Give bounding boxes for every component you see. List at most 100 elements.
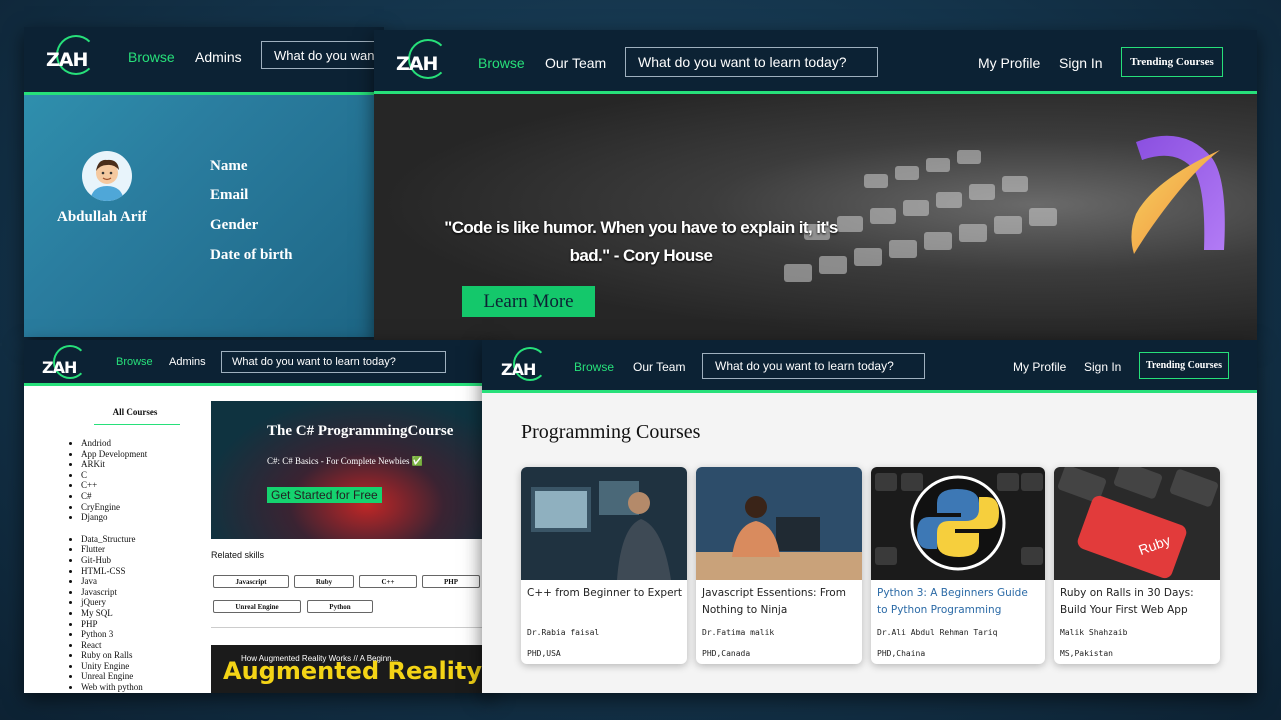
course-link[interactable]: C [81,470,202,481]
learn-more-button[interactable]: Learn More [462,286,595,317]
related-skills-title: Related skills [211,550,265,560]
course-link[interactable]: Git-Hub [81,555,202,566]
course-title[interactable]: Python 3: A Beginners Guide to Python Pr… [877,585,1033,619]
navbar: ZAH Browse Our Team My Profile Sign In T… [482,340,1257,393]
course-title[interactable]: C++ from Beginner to Expert [527,585,683,602]
course-card[interactable]: C++ from Beginner to Expert Dr.Rabia fai… [521,467,687,664]
course-image [521,467,687,580]
search-input[interactable] [221,351,446,373]
course-card[interactable]: Ruby Ruby on Ralls in 30 Days: Build You… [1054,467,1220,664]
course-image [696,467,862,580]
csharp-course-banner: The C# ProgrammingCourse C#: C# Basics -… [211,401,494,539]
nav-browse[interactable]: Browse [478,55,525,71]
course-degree: MS,Pakistan [1060,649,1113,658]
course-degree: PHD,Chaina [877,649,926,658]
nav-admins[interactable]: Admins [195,49,242,65]
course-link[interactable]: My SQL [81,608,202,619]
video-thumbnail[interactable]: Augmented Reality How Augmented Reality … [211,645,494,693]
course-author: Malik Shahzaib [1060,628,1128,637]
course-link[interactable]: PHP [81,619,202,630]
search-input[interactable] [625,47,878,77]
course-link[interactable]: Andriod [81,438,202,449]
field-gender-label: Gender [210,217,259,233]
zah-logo[interactable]: ZAH [42,345,94,381]
courses-panel: ZAH Browse Admins All Courses Andriod Ap… [24,340,494,693]
search-input[interactable] [702,353,925,379]
course-list-group-1: Andriod App Development ARKit C C++ C# C… [72,438,202,523]
python-icon [871,467,1045,580]
sidebar-title: All Courses [112,407,158,417]
search-input[interactable] [261,41,384,69]
zah-logo[interactable]: ZAH [396,39,452,79]
field-dob-label: Date of birth [210,247,293,263]
profile-body: Abdullah Arif Name Email Gender Date of … [24,95,384,337]
nav-my-profile[interactable]: My Profile [978,55,1040,71]
banner-subtitle: C#: C# Basics - For Complete Newbies ✅ [267,456,423,466]
skill-chip[interactable]: Javascript [213,575,289,588]
course-link[interactable]: Java [81,576,202,587]
skill-chip[interactable]: Ruby [294,575,354,588]
skill-chip[interactable]: PHP [422,575,480,588]
course-link[interactable]: Javascript [81,587,202,598]
section-divider [211,627,494,628]
course-link[interactable]: ARKit [81,459,202,470]
hero-banner: "Code is like humor. When you have to ex… [374,94,1257,340]
course-link[interactable]: jQuery [81,597,202,608]
nav-browse[interactable]: Browse [574,360,614,374]
course-sidebar: All Courses Andriod App Development ARKi… [72,407,202,693]
nav-sign-in[interactable]: Sign In [1059,55,1103,71]
course-link[interactable]: Unreal Engine [81,671,202,682]
zah-logo[interactable]: ZAH [46,35,102,75]
course-title[interactable]: Ruby on Ralls in 30 Days: Build Your Fir… [1060,585,1216,619]
nav-sign-in[interactable]: Sign In [1084,360,1121,374]
nav-my-profile[interactable]: My Profile [1013,360,1066,374]
nav-browse[interactable]: Browse [116,356,153,368]
course-link[interactable]: C# [81,491,202,502]
video-title: How Augmented Reality Works // A Beginn.… [241,654,399,663]
hero-quote: "Code is like humor. When you have to ex… [444,218,838,265]
programming-courses-panel: ZAH Browse Our Team My Profile Sign In T… [482,340,1257,693]
course-author: Dr.Ali Abdul Rehman Tariq [877,628,998,637]
course-title[interactable]: Javascript Essentions: From Nothing to N… [702,585,858,619]
navbar: ZAH Browse Our Team My Profile Sign In T… [374,30,1257,94]
trending-courses-button[interactable]: Trending Courses [1139,352,1229,379]
zah-logo[interactable]: ZAH [501,347,551,383]
a-letter-icon [1131,135,1225,254]
course-link[interactable]: App Development [81,449,202,460]
avatar [82,151,132,201]
course-list-group-2: Data_Structure Flutter Git-Hub HTML-CSS … [72,534,202,693]
nav-our-team[interactable]: Our Team [545,55,606,71]
field-email-label: Email [210,187,249,203]
course-card[interactable]: Python 3: A Beginners Guide to Python Pr… [871,467,1045,664]
skill-chip[interactable]: Python [307,600,373,613]
field-name-label: Name [210,158,248,174]
course-link[interactable]: Data_Structure [81,534,202,545]
course-link[interactable]: HTML-CSS [81,566,202,577]
course-link[interactable]: Unity Engine [81,661,202,672]
course-link[interactable]: Web with python [81,682,202,693]
course-degree: PHD,Canada [702,649,751,658]
banner-title: The C# ProgrammingCourse [267,423,454,439]
section-title: Programming Courses [521,421,701,443]
course-card[interactable]: Javascript Essentions: From Nothing to N… [696,467,862,664]
course-link[interactable]: Ruby on Ralls [81,650,202,661]
course-link[interactable]: React [81,640,202,651]
trending-courses-button[interactable]: Trending Courses [1121,47,1223,77]
course-link[interactable]: CryEngine [81,502,202,513]
course-link[interactable]: Django [81,512,202,523]
skill-chip[interactable]: Unreal Engine [213,600,301,613]
nav-our-team[interactable]: Our Team [633,360,685,374]
get-started-button[interactable]: Get Started for Free [267,487,382,503]
course-author: Dr.Fatima malik [702,628,775,637]
navbar: ZAH Browse Admins [24,27,384,95]
course-link[interactable]: Python 3 [81,629,202,640]
nav-browse[interactable]: Browse [128,49,175,65]
course-author: Dr.Rabia faisal [527,628,600,637]
navbar: ZAH Browse Admins [24,340,494,386]
profile-name: Abdullah Arif [57,209,147,225]
nav-admins[interactable]: Admins [169,356,206,368]
course-link[interactable]: C++ [81,480,202,491]
skill-chip[interactable]: C++ [359,575,417,588]
course-link[interactable]: Flutter [81,544,202,555]
course-degree: PHD,USA [527,649,561,658]
